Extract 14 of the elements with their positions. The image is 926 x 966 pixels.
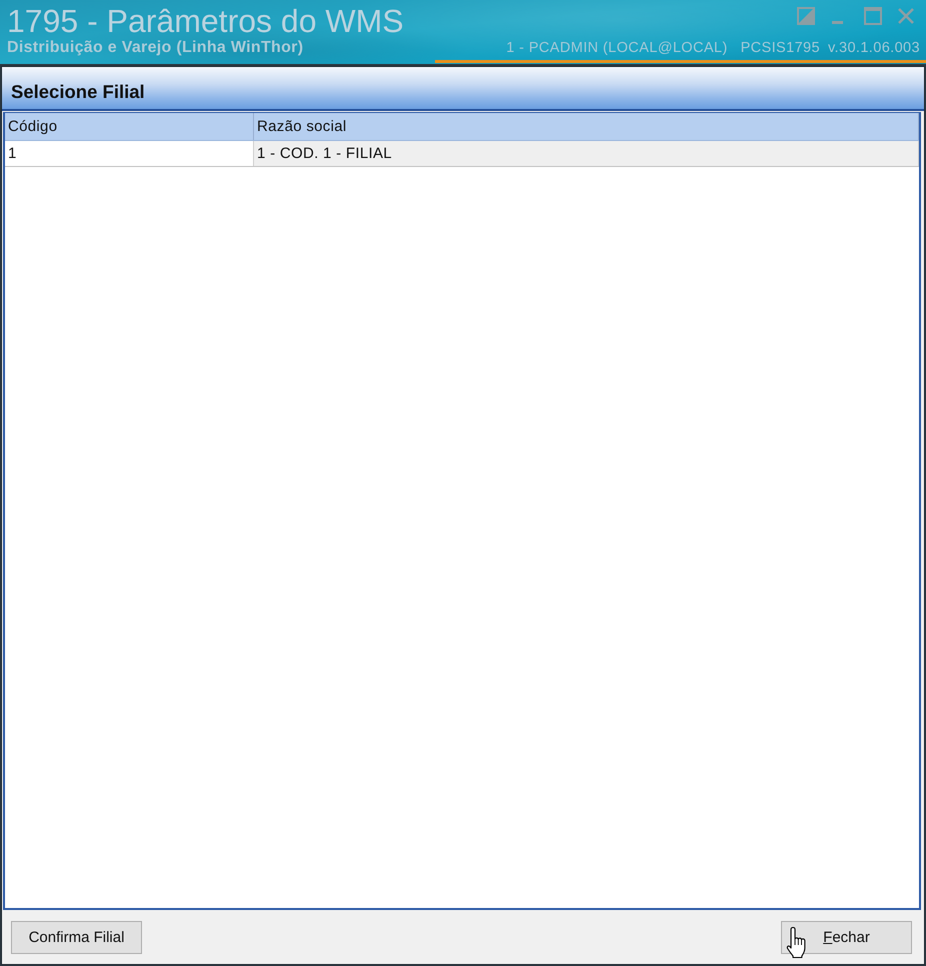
column-header[interactable]: Código	[5, 113, 254, 140]
version-label: v.30.1.06.003	[828, 40, 920, 56]
window-mode-icon[interactable]	[797, 7, 815, 25]
confirm-button[interactable]: Confirma Filial	[11, 920, 142, 954]
minimize-icon[interactable]	[832, 21, 843, 24]
program-code: PCSIS1795	[740, 40, 820, 56]
user-info: 1 - PCADMIN (LOCAL@LOCAL)	[506, 40, 728, 56]
maximize-icon[interactable]	[864, 7, 882, 25]
panel-title: Selecione Filial	[11, 81, 145, 103]
table-cell[interactable]: 1 - COD. 1 - FILIAL	[254, 141, 919, 166]
close-icon[interactable]	[897, 7, 915, 25]
window-title: 1795 - Parâmetros do WMS	[7, 2, 404, 40]
column-header[interactable]: Razão social	[254, 113, 919, 140]
window-subtitle: Distribuição e Varejo (Linha WinThor)	[7, 39, 304, 57]
